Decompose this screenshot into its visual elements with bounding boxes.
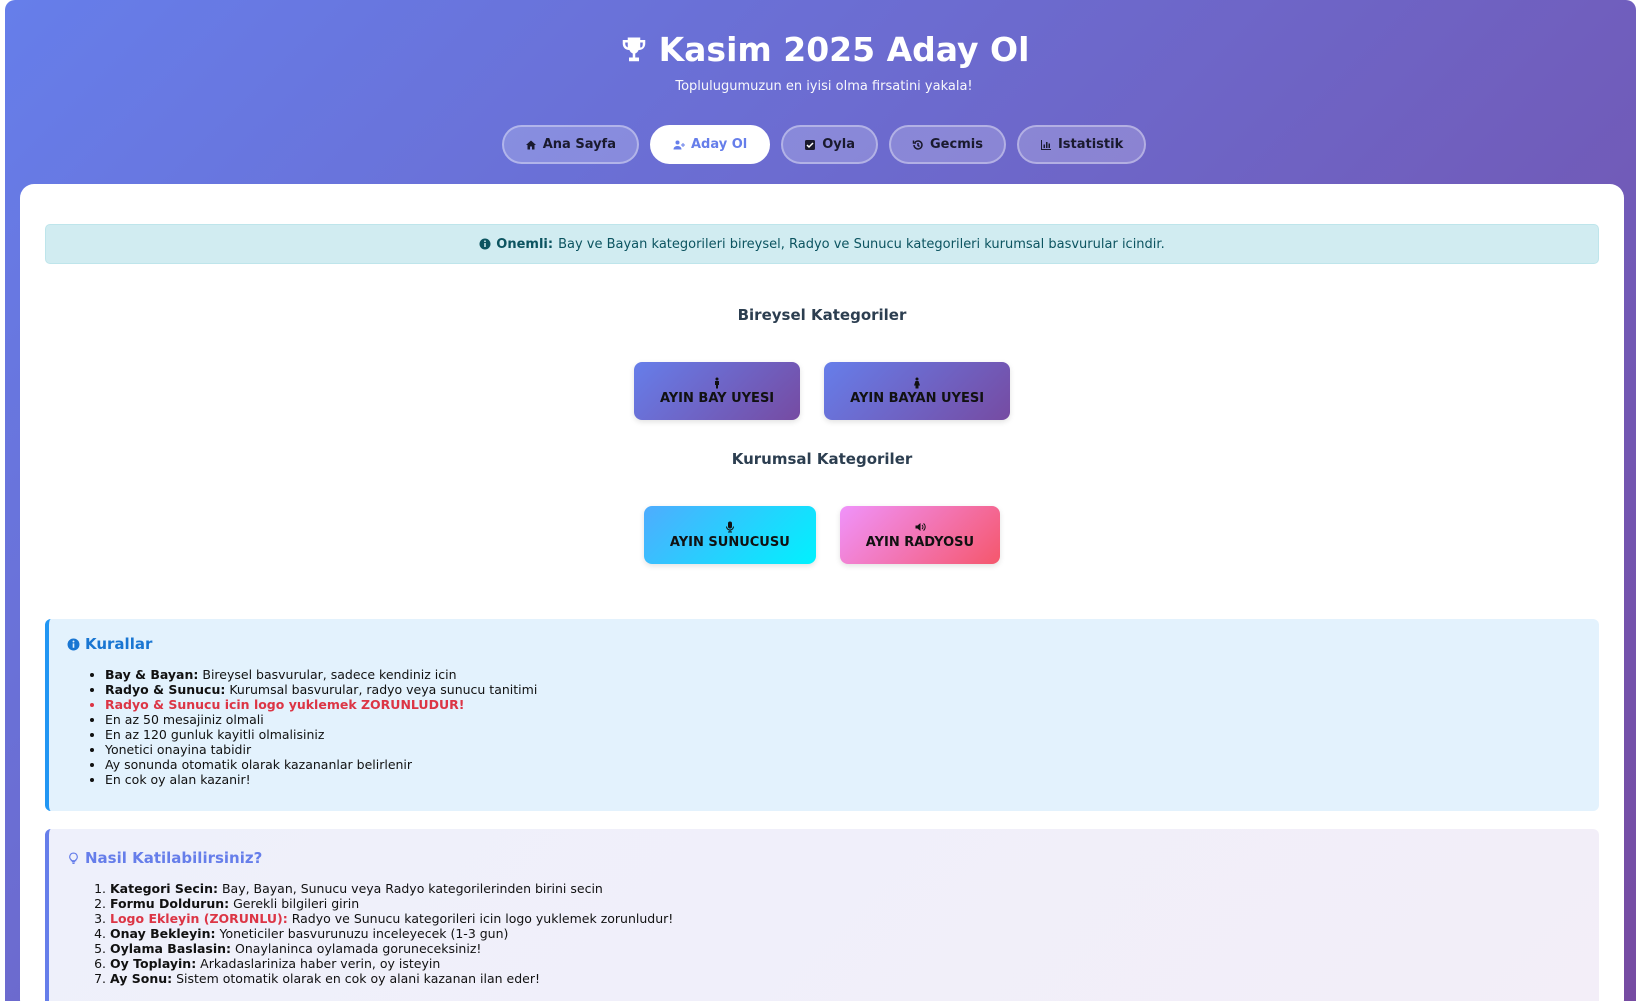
rules-list: Bay & Bayan: Bireysel basvurular, sadece… <box>67 667 1581 787</box>
rule-item: En cok oy alan kazanir! <box>105 772 1581 787</box>
male-icon <box>715 377 720 388</box>
step-bold: Kategori Secin: <box>110 881 218 896</box>
main-card: Onemli: Bay ve Bayan kategorileri bireys… <box>20 184 1624 1001</box>
category-label: AYIN BAY UYESI <box>659 390 775 406</box>
step-bold: Oylama Baslasin: <box>110 941 232 956</box>
check-square-icon <box>805 139 816 150</box>
category-bay-button[interactable]: AYIN BAY UYESI <box>633 362 801 420</box>
trophy-icon <box>622 37 645 62</box>
step-text: Radyo ve Sunucu kategorileri icin logo y… <box>287 911 674 926</box>
tab-label: Aday Ol <box>691 137 748 152</box>
category-label: AYIN BAYAN UYESI <box>850 390 985 406</box>
step-item: Formu Doldurun: Gerekli bilgileri girin <box>110 896 1581 911</box>
step-bold: Ay Sonu: <box>110 971 173 986</box>
volume-icon <box>915 522 926 531</box>
rule-item: Yonetici onayina tabidir <box>105 742 1581 757</box>
corporate-categories: AYIN SUNUCUSU AYIN RADYOSU <box>20 506 1624 564</box>
main-nav: Ana Sayfa Aday Ol Oyla Gecmis Istatistik <box>0 125 1648 164</box>
step-text: Bay, Bayan, Sunucu veya Radyo kategorile… <box>217 881 603 896</box>
page-header: Kasim 2025 Aday Ol Toplulugumuzun en iyi… <box>0 0 1648 180</box>
rule-bold: Radyo & Sunucu: <box>105 682 226 697</box>
tab-label: Gecmis <box>930 137 983 152</box>
microphone-icon <box>725 521 734 532</box>
category-radyo-button[interactable]: AYIN RADYOSU <box>839 506 1001 564</box>
page-subtitle: Toplulugumuzun en iyisi olma firsatini y… <box>675 79 973 94</box>
rule-item: Bay & Bayan: Bireysel basvurular, sadece… <box>105 667 1581 682</box>
corporate-categories-title: Kurumsal Kategoriler <box>731 450 913 468</box>
tab-aday-ol[interactable]: Aday Ol <box>650 125 771 164</box>
user-plus-icon <box>673 140 685 149</box>
female-icon <box>914 377 921 388</box>
step-text: Onaylaninca oylamada goruneceksiniz! <box>231 941 482 956</box>
step-item: Ay Sonu: Sistem otomatik olarak en cok o… <box>110 971 1581 986</box>
step-text: Arkadaslariniza haber verin, oy isteyin <box>196 956 441 971</box>
step-item: Oylama Baslasin: Onaylaninca oylamada go… <box>110 941 1581 956</box>
rule-text: Bireysel basvurular, sadece kendiniz ici… <box>198 667 457 682</box>
bar-chart-icon <box>1040 139 1051 150</box>
rule-bold: Bay & Bayan: <box>105 667 199 682</box>
step-bold: Formu Doldurun: <box>110 896 230 911</box>
rule-item: En az 50 mesajiniz olmali <box>105 712 1581 727</box>
alert-label: Onemli: <box>496 236 554 252</box>
step-bold: Logo Ekleyin (ZORUNLU): <box>110 911 288 926</box>
rules-title-text: Kurallar <box>85 635 153 653</box>
info-alert: Onemli: Bay ve Bayan kategorileri bireys… <box>45 224 1599 264</box>
category-label: AYIN RADYOSU <box>865 534 975 550</box>
rules-title: Kurallar <box>67 635 1581 653</box>
rule-item: Ay sonunda otomatik olarak kazananlar be… <box>105 757 1581 772</box>
rule-item: En az 120 gunluk kayitli olmalisiniz <box>105 727 1581 742</box>
rule-item-required: Radyo & Sunucu icin logo yuklemek ZORUNL… <box>105 697 1581 712</box>
how-to-panel: Nasil Katilabilirsiniz? Kategori Secin: … <box>45 829 1599 1001</box>
step-text: Yoneticiler basvurunuzu inceleyecek (1-3… <box>215 926 509 941</box>
tab-label: Ana Sayfa <box>542 137 616 152</box>
how-to-title-text: Nasil Katilabilirsiniz? <box>85 849 263 867</box>
lightbulb-icon <box>69 851 78 864</box>
step-bold: Onay Bekleyin: <box>110 926 216 941</box>
category-bayan-button[interactable]: AYIN BAYAN UYESI <box>824 362 1011 420</box>
category-label: AYIN SUNUCUSU <box>669 534 790 550</box>
history-icon <box>912 139 923 150</box>
tab-label: Oyla <box>822 137 856 152</box>
alert-text: Bay ve Bayan kategorileri bireysel, Rady… <box>558 236 1165 252</box>
page-title: Kasim 2025 Aday Ol <box>0 28 1648 72</box>
individual-categories-title: Bireysel Kategoriler <box>737 306 907 324</box>
step-bold: Oy Toplayin: <box>110 956 197 971</box>
step-item: Oy Toplayin: Arkadaslariniza haber verin… <box>110 956 1581 971</box>
tab-oyla[interactable]: Oyla <box>781 125 879 164</box>
info-circle-icon <box>479 238 491 250</box>
home-icon <box>525 140 536 149</box>
rule-text: Kurumsal basvurular, radyo veya sunucu t… <box>225 682 538 697</box>
category-sunucu-button[interactable]: AYIN SUNUCUSU <box>643 506 816 564</box>
individual-categories: AYIN BAY UYESI AYIN BAYAN UYESI <box>20 362 1624 420</box>
step-item: Onay Bekleyin: Yoneticiler basvurunuzu i… <box>110 926 1581 941</box>
tab-gecmis[interactable]: Gecmis <box>889 125 1006 164</box>
step-item: Kategori Secin: Bay, Bayan, Sunucu veya … <box>110 881 1581 896</box>
how-to-title: Nasil Katilabilirsiniz? <box>67 849 1581 867</box>
step-text: Sistem otomatik olarak en cok oy alani k… <box>172 971 541 986</box>
tab-ana-sayfa[interactable]: Ana Sayfa <box>501 125 639 164</box>
rule-item: Radyo & Sunucu: Kurumsal basvurular, rad… <box>105 682 1581 697</box>
info-circle-icon <box>67 638 80 650</box>
rules-panel: Kurallar Bay & Bayan: Bireysel basvurula… <box>45 619 1599 811</box>
tab-istatistik[interactable]: Istatistik <box>1016 125 1147 164</box>
step-text: Gerekli bilgileri girin <box>229 896 360 911</box>
step-item-required: Logo Ekleyin (ZORUNLU): Radyo ve Sunucu … <box>110 911 1581 926</box>
page-title-text: Kasim 2025 Aday Ol <box>658 30 1030 69</box>
how-to-steps: Kategori Secin: Bay, Bayan, Sunucu veya … <box>67 881 1581 986</box>
tab-label: Istatistik <box>1057 137 1124 152</box>
